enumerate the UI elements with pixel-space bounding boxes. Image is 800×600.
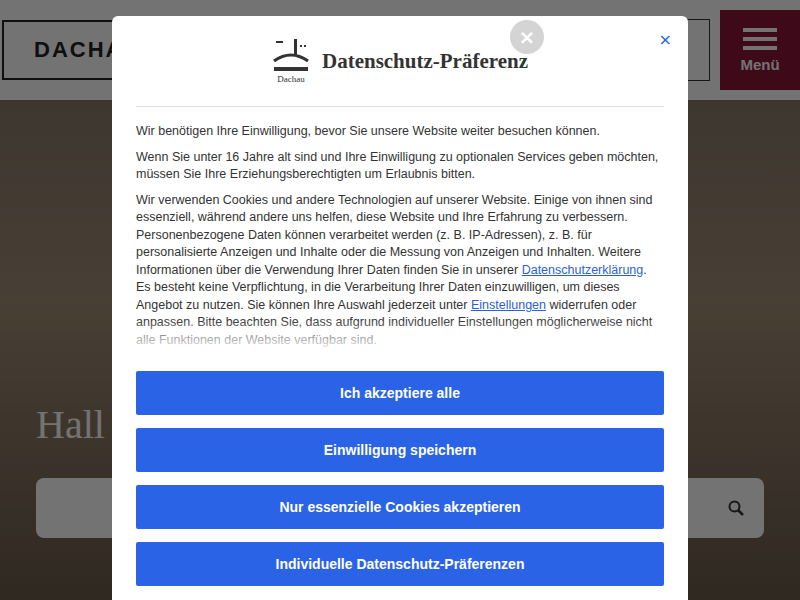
close-button[interactable]: × — [510, 20, 544, 54]
dialog-link[interactable]: Einstellungen — [471, 298, 546, 312]
dialog-paragraph: Wenn Sie unter 16 Jahre alt sind und Ihr… — [136, 149, 664, 184]
dialog-buttons: Ich akzeptiere alle Einwilligung speicher… — [136, 371, 664, 586]
dialog-header: Dachau Datenschutz-Präferenz — [136, 16, 664, 107]
dialog-title: Datenschutz-Präferenz — [322, 49, 528, 74]
dialog-paragraph: Wir verwenden Cookies und andere Technol… — [136, 192, 664, 350]
close-small-button[interactable]: × — [659, 30, 672, 49]
consent-button[interactable]: Ich akzeptiere alle — [136, 371, 664, 415]
consent-button[interactable]: Einwilligung speichern — [136, 428, 664, 472]
dialog-body: Wir benötigen Ihre Einwilligung, bevor S… — [136, 123, 664, 353]
page: DACHAMenüHall××DachauDatenschutz-Präfere… — [0, 0, 800, 600]
privacy-dialog: × × Dachau Datenschutz-Präferenz Wir benötig… — [112, 16, 688, 600]
dachau-logo: Dachau — [272, 39, 310, 84]
dialog-link[interactable]: Datenschutzerklärung — [522, 263, 644, 277]
logo-caption: Dachau — [277, 74, 304, 84]
consent-button[interactable]: Individuelle Datenschutz-Präferenzen — [136, 542, 664, 586]
dachau-logo-icon — [272, 39, 310, 73]
consent-button[interactable]: Nur essenzielle Cookies akzeptieren — [136, 485, 664, 529]
dialog-paragraph: Wir benötigen Ihre Einwilligung, bevor S… — [136, 123, 664, 141]
